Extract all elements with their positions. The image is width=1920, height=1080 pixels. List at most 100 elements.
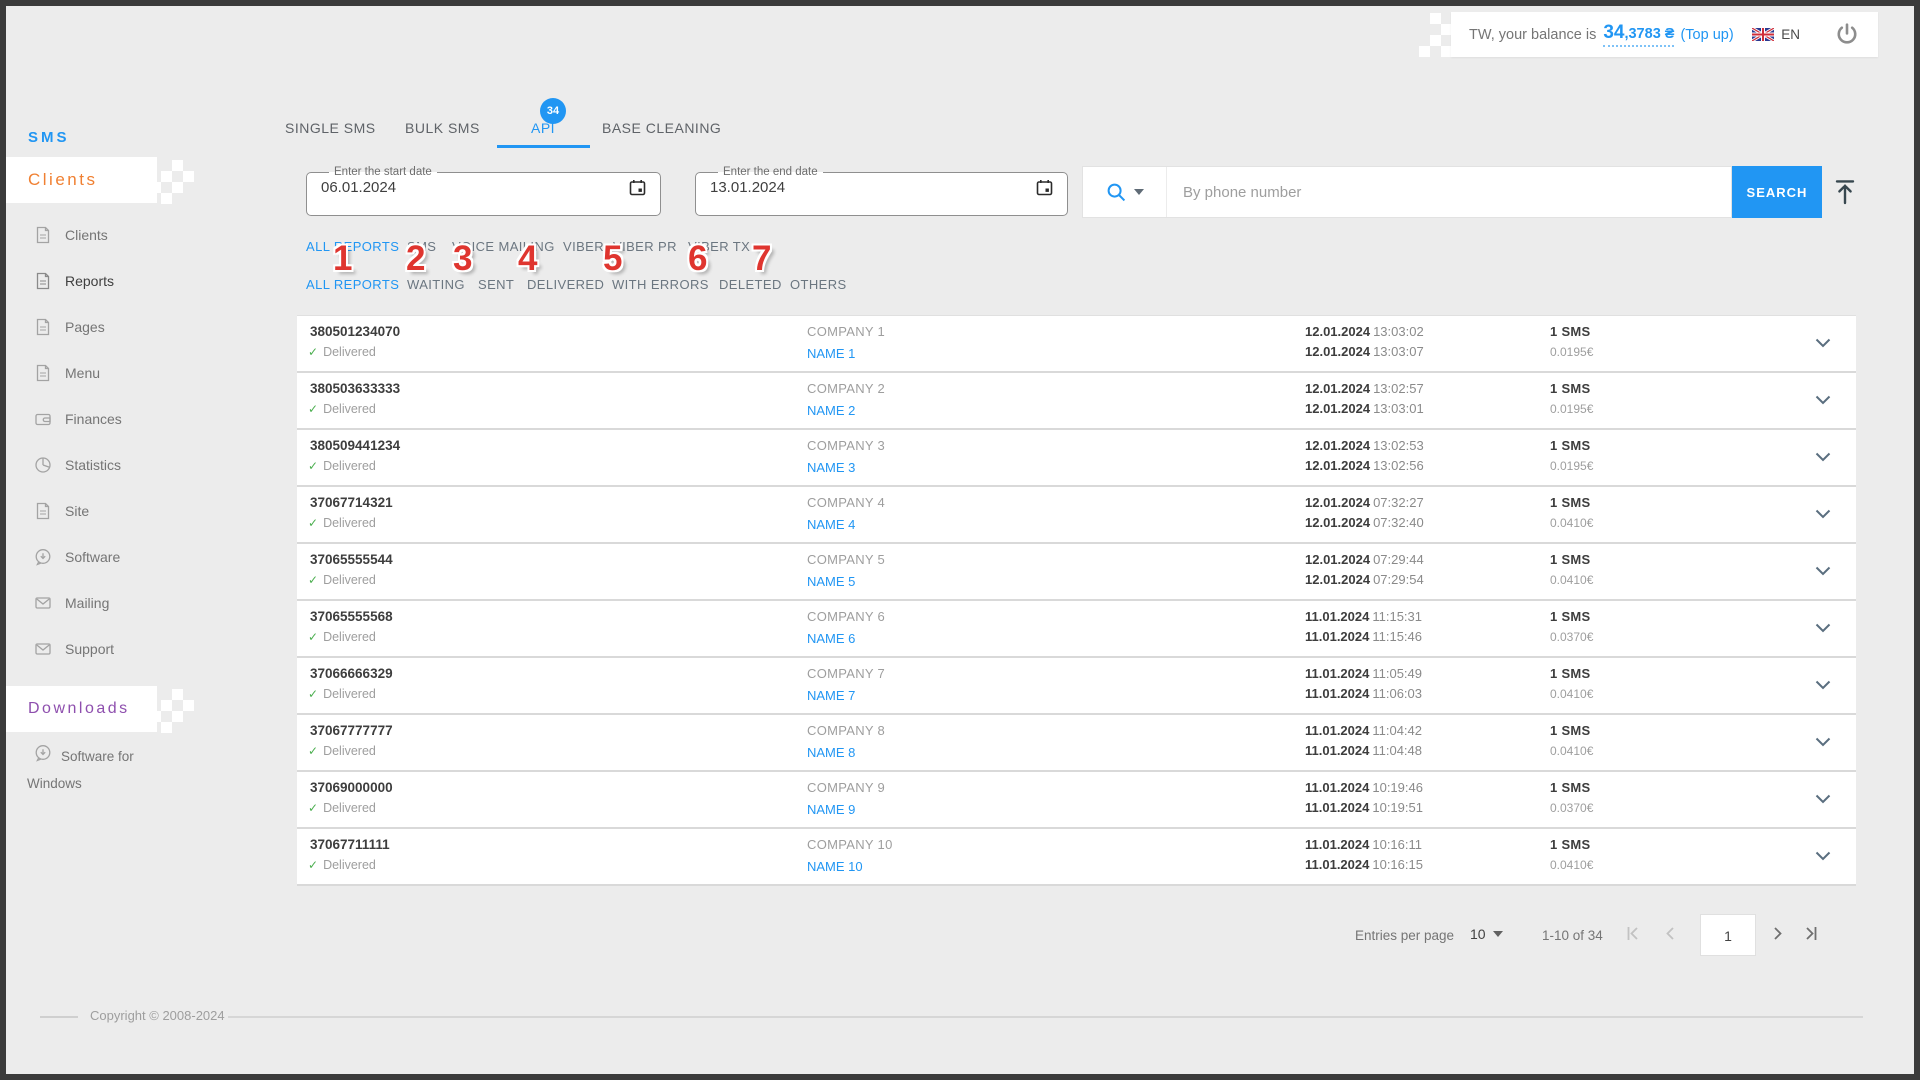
tab-bulk-sms[interactable]: BULK SMS [405,110,480,146]
current-page-input[interactable]: 1 [1700,914,1756,956]
expand-chevron-icon[interactable] [1815,338,1831,348]
expand-chevron-icon[interactable] [1815,395,1831,405]
expand-chevron-icon[interactable] [1815,737,1831,747]
uk-flag-icon [1752,28,1775,41]
annotation-number-5: 5 [603,239,623,278]
sender-name-link[interactable]: NAME 4 [807,517,855,532]
status-filter-sent[interactable]: SENT [478,277,514,292]
status-filter-waiting[interactable]: WAITING [407,277,465,292]
expand-chevron-icon[interactable] [1815,623,1831,633]
next-page-button[interactable] [1772,926,1784,941]
expand-chevron-icon[interactable] [1815,452,1831,462]
delivered-datetime: 11.01.2024 11:04:48 [1305,743,1422,758]
sidebar-section-clients[interactable]: Clients [0,157,157,203]
sender-name-link[interactable]: NAME 8 [807,745,855,760]
sender-name-link[interactable]: NAME 1 [807,346,855,361]
sender-name-link[interactable]: NAME 2 [807,403,855,418]
phone-number: 380501234070 [310,324,401,339]
table-row[interactable]: 37067777777 ✓ Delivered COMPANY 8 NAME 8 … [297,715,1856,772]
search-type-dropdown[interactable] [1083,167,1167,217]
sidebar-section-sms[interactable]: SMS [0,119,70,157]
expand-chevron-icon[interactable] [1815,851,1831,861]
expand-chevron-icon[interactable] [1815,794,1831,804]
table-row[interactable]: 37069000000 ✓ Delivered COMPANY 9 NAME 9 … [297,772,1856,829]
table-row[interactable]: 37065555544 ✓ Delivered COMPANY 5 NAME 5 … [297,544,1856,601]
previous-page-button[interactable] [1664,926,1676,941]
check-icon: ✓ [308,459,319,473]
channel-filter-viber[interactable]: VIBER [563,239,604,254]
first-page-button[interactable] [1626,926,1642,941]
expand-chevron-icon[interactable] [1815,566,1831,576]
last-page-button[interactable] [1802,926,1818,941]
sender-name-link[interactable]: NAME 3 [807,460,855,475]
status-filter-with-errors[interactable]: WITH ERRORS [612,277,709,292]
sender-name-link[interactable]: NAME 7 [807,688,855,703]
sidebar-section-downloads[interactable]: Downloads [0,686,157,732]
sidebar-item-software[interactable]: Software [0,534,240,580]
expand-chevron-icon[interactable] [1815,509,1831,519]
sidebar-item-menu[interactable]: Menu [0,350,240,396]
top-up-link[interactable]: (Top up) [1680,27,1733,43]
sidebar-item-reports[interactable]: Reports [0,258,240,304]
sidebar-item-pages[interactable]: Pages [0,304,240,350]
sent-date: 11.01.2024 [1305,780,1370,795]
calendar-icon[interactable] [629,179,646,196]
topbar: TW, your balance is 34,3783 ₴ (Top up) E… [1451,12,1878,57]
sent-time: 10:16:11 [1372,837,1422,852]
sidebar-item-statistics[interactable]: Statistics [0,442,240,488]
delivery-status: ✓ Delivered [308,402,376,416]
delivered-datetime: 12.01.2024 13:03:07 [1305,344,1424,359]
table-row[interactable]: 37066666329 ✓ Delivered COMPANY 7 NAME 7 … [297,658,1856,715]
status-filter-all-reports[interactable]: ALL REPORTS [306,277,399,292]
sent-datetime: 12.01.2024 13:02:53 [1305,438,1424,453]
tab-base-cleaning[interactable]: BASE CLEANING [602,110,721,146]
sidebar-item-mailing[interactable]: Mailing [0,580,240,626]
sidebar-item-clients[interactable]: Clients [0,212,240,258]
status-filter-others[interactable]: OTHERS [790,277,847,292]
tab-single-sms[interactable]: SINGLE SMS [285,110,376,146]
entries-per-page-select[interactable]: 10 [1470,926,1503,942]
table-row[interactable]: 380503633333 ✓ Delivered COMPANY 2 NAME 2… [297,373,1856,430]
delivered-datetime: 11.01.2024 10:19:51 [1305,800,1423,815]
delivered-date: 11.01.2024 [1305,686,1370,701]
channel-filter-viber-pr[interactable]: VIBER PR [613,239,677,254]
status-label: Delivered [323,630,376,644]
sender-name-link[interactable]: NAME 10 [807,859,863,874]
sms-price: 0.0195€ [1550,459,1594,473]
search-button[interactable]: SEARCH [1732,166,1822,218]
sender-name-link[interactable]: NAME 9 [807,802,855,817]
phone-number: 37065555568 [310,609,393,624]
calendar-icon[interactable] [1036,179,1053,196]
language-switcher[interactable]: EN [1752,27,1800,42]
sidebar-item-support[interactable]: Support [0,626,240,672]
search-input[interactable] [1167,183,1731,201]
sent-datetime: 12.01.2024 13:03:02 [1305,324,1424,339]
table-row[interactable]: 37067711111 ✓ Delivered COMPANY 10 NAME 1… [297,829,1856,886]
sms-count: 1 SMS [1550,723,1591,738]
start-date-field[interactable]: Enter the start date 06.01.2024 [306,166,661,216]
sidebar-item-label: Mailing [65,595,110,611]
channel-filter-all-reports[interactable]: ALL REPORTS [306,239,399,254]
delivered-time: 11:06:03 [1372,686,1422,701]
table-row[interactable]: 380509441234 ✓ Delivered COMPANY 3 NAME 3… [297,430,1856,487]
sidebar-item-site[interactable]: Site [0,488,240,534]
sent-datetime: 11.01.2024 11:15:31 [1305,609,1422,624]
end-date-field[interactable]: Enter the end date 13.01.2024 [695,166,1068,216]
sidebar-item-software-for-windows[interactable]: Software for Windows [27,744,179,797]
upload-icon[interactable] [1833,179,1857,205]
sender-name-link[interactable]: NAME 6 [807,631,855,646]
logout-power-icon[interactable] [1834,22,1860,48]
status-filter-delivered[interactable]: DELIVERED [527,277,604,292]
end-date-value[interactable]: 13.01.2024 [710,179,785,196]
sender-name-link[interactable]: NAME 5 [807,574,855,589]
status-filter-deleted[interactable]: DELETED [719,277,782,292]
table-row[interactable]: 37067714321 ✓ Delivered COMPANY 4 NAME 4 … [297,487,1856,544]
balance-amount[interactable]: 34,3783 ₴ [1603,22,1675,47]
delivery-status: ✓ Delivered [308,573,376,587]
table-row[interactable]: 380501234070 ✓ Delivered COMPANY 1 NAME 1… [297,316,1856,373]
envelope-icon [34,640,52,658]
sidebar-item-finances[interactable]: Finances [0,396,240,442]
table-row[interactable]: 37065555568 ✓ Delivered COMPANY 6 NAME 6 … [297,601,1856,658]
expand-chevron-icon[interactable] [1815,680,1831,690]
start-date-value[interactable]: 06.01.2024 [321,179,396,196]
